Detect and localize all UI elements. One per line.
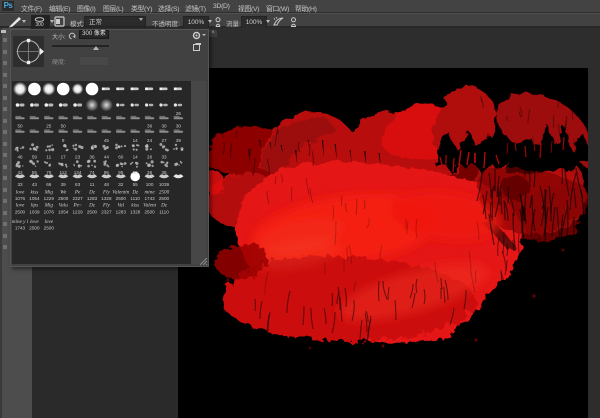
svg-text:36: 36 <box>147 170 153 175</box>
svg-text:2500: 2500 <box>58 196 69 201</box>
svg-text:95: 95 <box>118 170 124 175</box>
svg-text:2500: 2500 <box>116 196 127 201</box>
svg-text:1054: 1054 <box>29 196 40 201</box>
svg-text:1328: 1328 <box>130 210 141 215</box>
svg-text:55: 55 <box>32 170 38 175</box>
svg-text:1229: 1229 <box>44 196 55 201</box>
svg-text:60: 60 <box>118 155 124 160</box>
svg-text:14: 14 <box>133 155 139 160</box>
svg-text:26: 26 <box>176 111 182 116</box>
svg-text:42: 42 <box>17 170 23 175</box>
svg-text:11: 11 <box>46 155 51 160</box>
svg-text:kiss: kiss <box>31 190 39 196</box>
svg-text:25: 25 <box>46 124 52 129</box>
svg-text:90: 90 <box>133 170 139 175</box>
svg-text:2500: 2500 <box>159 190 170 196</box>
svg-text:2500: 2500 <box>144 210 155 215</box>
svg-text:55: 55 <box>133 182 139 187</box>
svg-text:1743: 1743 <box>15 226 26 231</box>
svg-text:27: 27 <box>161 138 167 143</box>
svg-text:Pe: Pe <box>74 190 81 196</box>
svg-text:Val: Val <box>117 203 124 209</box>
svg-text:Mig: Mig <box>44 203 54 209</box>
svg-text:74: 74 <box>89 170 95 175</box>
svg-text:2500: 2500 <box>159 196 170 201</box>
svg-text:50: 50 <box>61 124 67 129</box>
svg-text:23: 23 <box>75 155 81 160</box>
svg-text:2500: 2500 <box>29 226 40 231</box>
svg-text:45: 45 <box>104 138 110 143</box>
svg-text:Dz: Dz <box>88 203 95 209</box>
svg-text:Pe~: Pe~ <box>72 203 81 209</box>
svg-text:39: 39 <box>176 138 182 143</box>
svg-text:We: We <box>60 190 67 196</box>
svg-text:24: 24 <box>147 138 153 143</box>
svg-text:Dz: Dz <box>160 203 167 209</box>
svg-text:30: 30 <box>176 124 182 129</box>
svg-text:11: 11 <box>90 182 95 187</box>
svg-text:Fly: Fly <box>102 190 111 196</box>
svg-text:43: 43 <box>32 182 38 187</box>
svg-text:63: 63 <box>75 182 81 187</box>
svg-text:32: 32 <box>118 182 124 187</box>
svg-text:love: love <box>16 203 25 209</box>
svg-text:50: 50 <box>17 124 23 129</box>
svg-text:59: 59 <box>32 155 38 160</box>
svg-text:36: 36 <box>147 124 153 129</box>
svg-text:36: 36 <box>161 170 167 175</box>
svg-text:Dz: Dz <box>88 190 95 196</box>
svg-text:17: 17 <box>61 155 67 160</box>
svg-text:love: love <box>30 219 39 225</box>
svg-text:1110: 1110 <box>130 196 140 201</box>
svg-text:kiss: kiss <box>131 203 139 209</box>
svg-text:1054: 1054 <box>58 210 69 215</box>
svg-text:Valent: Valent <box>143 203 157 209</box>
svg-text:48: 48 <box>104 182 110 187</box>
svg-text:1283: 1283 <box>87 196 98 201</box>
svg-text:30: 30 <box>161 124 167 129</box>
svg-text:112: 112 <box>60 170 68 175</box>
svg-text:14: 14 <box>133 138 139 143</box>
svg-text:mine: mine <box>145 190 156 196</box>
svg-text:1039: 1039 <box>29 210 40 215</box>
svg-text:26: 26 <box>147 155 153 160</box>
svg-text:Dz: Dz <box>131 190 138 196</box>
svg-text:Mig: Mig <box>44 190 54 196</box>
svg-text:33: 33 <box>161 155 167 160</box>
svg-text:2500: 2500 <box>44 226 55 231</box>
svg-text:9: 9 <box>62 138 65 143</box>
svg-text:1283: 1283 <box>116 210 127 215</box>
svg-text:44: 44 <box>104 155 110 160</box>
svg-text:1039: 1039 <box>159 182 170 187</box>
svg-text:love: love <box>16 190 25 196</box>
svg-text:1076: 1076 <box>15 196 26 201</box>
svg-text:1328: 1328 <box>101 196 112 201</box>
svg-text:lips: lips <box>31 203 39 209</box>
svg-text:mine y l: mine y l <box>12 219 29 225</box>
svg-text:2327: 2327 <box>72 196 83 201</box>
svg-text:1743: 1743 <box>144 196 155 201</box>
svg-text:70: 70 <box>46 170 52 175</box>
svg-text:Valentin: Valentin <box>112 190 129 196</box>
svg-text:39: 39 <box>61 182 67 187</box>
svg-text:love: love <box>44 219 53 225</box>
svg-text:Fly: Fly <box>102 203 111 209</box>
svg-text:95: 95 <box>104 170 110 175</box>
svg-text:1229: 1229 <box>72 210 83 215</box>
svg-text:2327: 2327 <box>101 210 112 215</box>
svg-text:33: 33 <box>17 182 23 187</box>
svg-text:Valu: Valu <box>59 203 69 209</box>
svg-text:66: 66 <box>46 182 52 187</box>
svg-text:1110: 1110 <box>159 210 169 215</box>
svg-text:100: 100 <box>146 182 154 187</box>
svg-text:134: 134 <box>74 170 82 175</box>
svg-text:2500: 2500 <box>87 210 98 215</box>
svg-text:1076: 1076 <box>44 210 55 215</box>
svg-text:36: 36 <box>89 155 95 160</box>
svg-text:46: 46 <box>17 155 23 160</box>
svg-text:2500: 2500 <box>15 210 26 215</box>
